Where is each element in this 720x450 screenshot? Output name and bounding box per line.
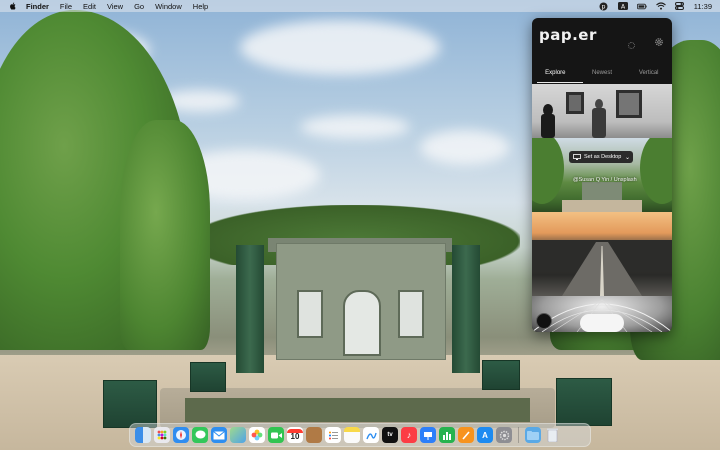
menu-edit[interactable]: Edit [83,2,96,11]
paper-popover: pap.er Explore Newest Vertical [532,18,672,332]
scroll-indicator [536,313,552,329]
tab-vertical[interactable]: Vertical [625,70,672,82]
paper-logo: pap.er [539,26,597,44]
app-store-glyph: A [482,430,488,440]
planter-box [103,380,157,428]
wifi-icon[interactable] [655,2,666,10]
app-store-icon[interactable]: A [477,427,493,443]
finder-icon[interactable] [135,427,151,443]
control-center-icon[interactable] [675,2,685,10]
menu-view[interactable]: View [107,2,123,11]
planter-box [190,362,226,392]
menu-file[interactable]: File [60,2,72,11]
paper-status-icon[interactable]: p [599,2,609,10]
numbers-icon[interactable] [439,427,455,443]
cloud [300,115,410,139]
wallpaper-thumbnail[interactable] [532,84,672,138]
pavilion-window [398,290,424,338]
notes-brown-icon[interactable] [306,427,322,443]
settings-gear-icon[interactable] [654,37,664,47]
active-tab-indicator [537,82,583,83]
cloud [240,20,440,75]
menu-bar-clock[interactable]: 11:39 [694,2,712,11]
pavilion-window [297,290,323,338]
loading-indicator-icon [628,42,635,49]
menu-help[interactable]: Help [193,2,208,11]
wallpaper-thumbnail[interactable] [532,138,672,212]
tab-newest[interactable]: Newest [579,70,626,82]
mail-icon[interactable] [211,427,227,443]
trellis-pillar [236,245,264,373]
menu-bar: Finder File Edit View Go Window Help p A… [0,0,720,12]
chevron-down-icon[interactable]: ⌄ [625,154,630,161]
dock: 10 tv ♪ A [129,423,591,447]
photos-icon[interactable] [249,427,265,443]
planter-box [482,360,520,390]
downloads-folder-icon[interactable] [525,427,541,443]
wallpaper-thumbnail[interactable] [532,212,672,296]
battery-icon[interactable] [636,2,647,10]
menu-go[interactable]: Go [134,2,144,11]
desktop-monitor-icon [573,154,581,160]
trash-icon[interactable] [544,427,560,443]
messages-icon[interactable] [192,427,208,443]
facetime-icon[interactable] [268,427,284,443]
menu-bar-extras: p A 11:39 [599,0,712,12]
apple-menu-icon[interactable] [9,2,17,10]
tab-explore[interactable]: Explore [532,70,579,82]
photo-credit[interactable]: @Susan Q Yin / Unsplash [573,177,637,183]
menu-window[interactable]: Window [155,2,182,11]
cloud [420,130,510,165]
music-icon[interactable]: ♪ [401,427,417,443]
maps-icon[interactable] [230,427,246,443]
dock-separator [518,427,519,443]
pavilion-door [343,290,381,356]
trellis-pillar [452,245,480,373]
safari-icon[interactable] [173,427,189,443]
svg-text:p: p [602,3,606,10]
tv-glyph: tv [387,432,393,438]
planter-box [556,378,612,426]
launchpad-icon[interactable] [154,427,170,443]
wallpaper-thumbnail[interactable] [532,296,672,332]
pages-icon[interactable] [458,427,474,443]
freeform-icon[interactable] [363,427,379,443]
system-settings-icon[interactable] [496,427,512,443]
reminders-icon[interactable] [325,427,341,443]
music-note-glyph: ♪ [406,430,412,440]
calendar-icon[interactable]: 10 [287,427,303,443]
set-as-desktop-button[interactable]: Set as Desktop ⌄ [569,151,633,163]
app-name-menu[interactable]: Finder [26,2,49,11]
set-as-desktop-label: Set as Desktop [584,154,622,160]
hedge-left-inner [120,120,210,350]
notes-icon[interactable] [344,427,360,443]
calendar-day: 10 [290,432,300,441]
input-source-icon[interactable]: A [617,2,628,10]
fountain-water [185,398,530,422]
tv-icon[interactable]: tv [382,427,398,443]
paper-tab-bar: Explore Newest Vertical [532,70,672,82]
keynote-icon[interactable] [420,427,436,443]
